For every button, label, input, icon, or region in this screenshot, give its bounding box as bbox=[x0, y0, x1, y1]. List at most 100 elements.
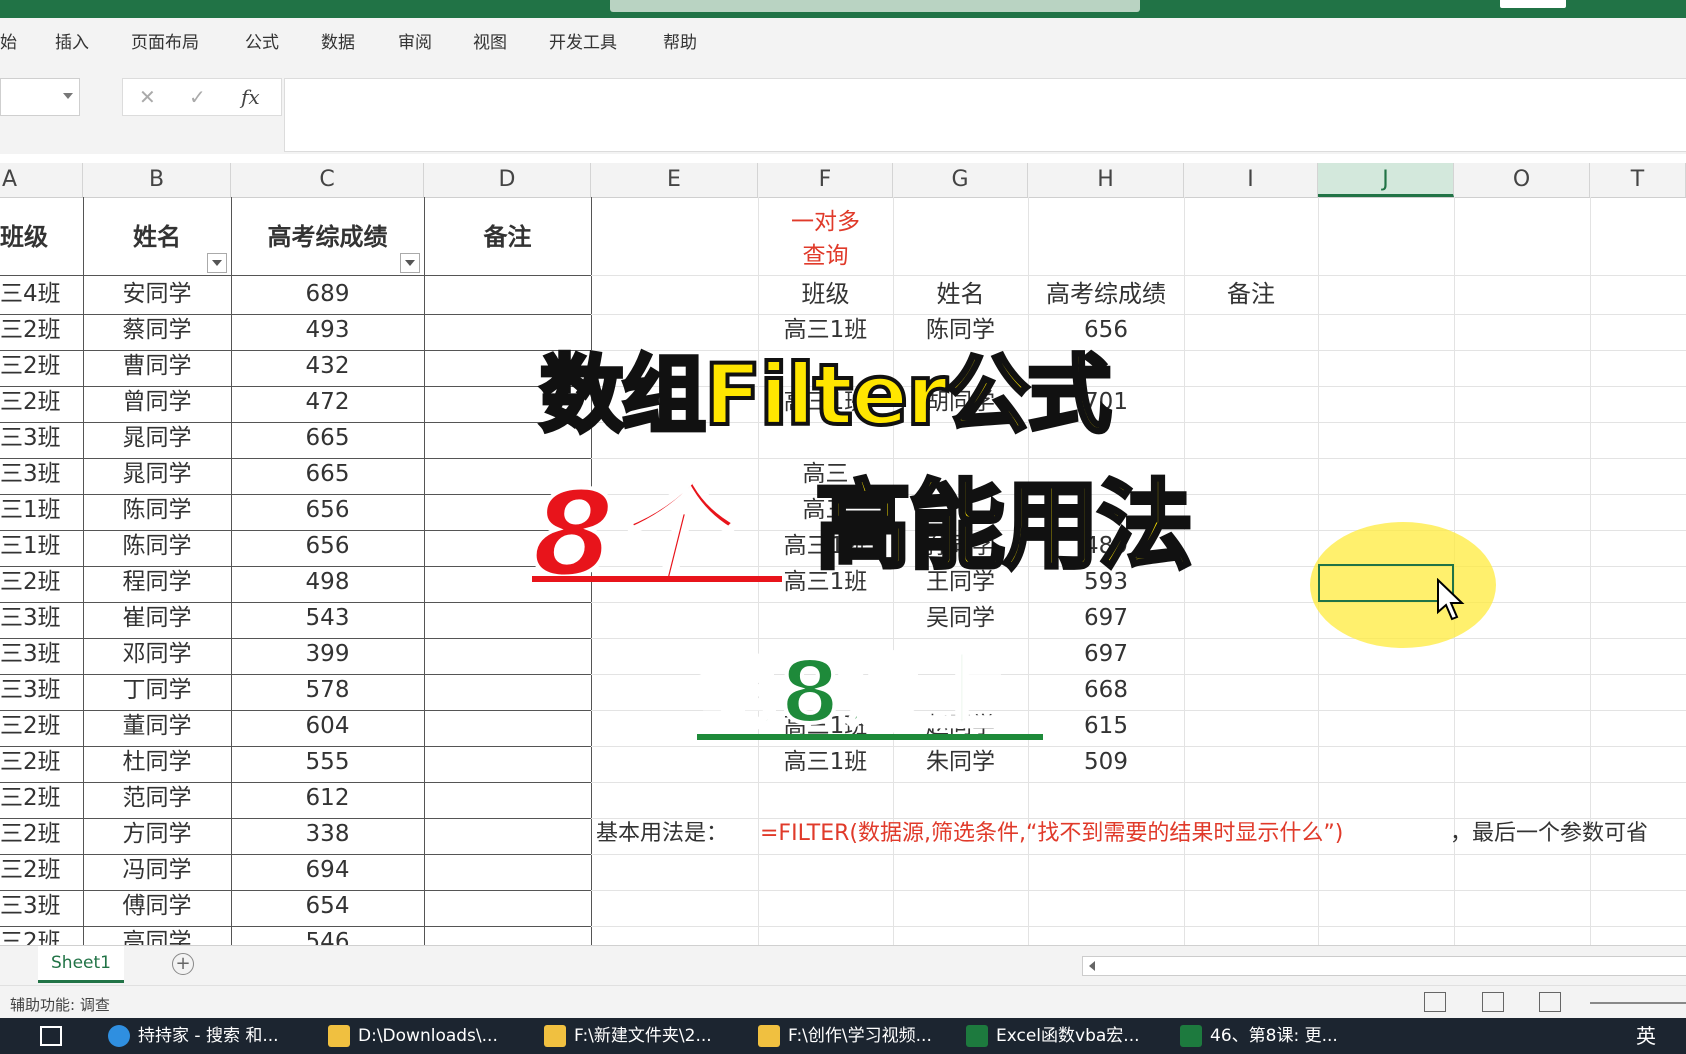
column-header-h[interactable]: H bbox=[1028, 163, 1184, 197]
name-box[interactable] bbox=[0, 78, 80, 116]
zoom-slider[interactable] bbox=[1590, 1002, 1686, 1004]
overlay-uses: 高能用法 bbox=[813, 468, 1195, 584]
enter-icon[interactable]: ✓ bbox=[189, 85, 206, 109]
tab-developer[interactable]: 开发工具 bbox=[549, 28, 617, 53]
sheet-tab-bar: Sheet1 + bbox=[0, 945, 1686, 986]
folder-icon bbox=[328, 1025, 350, 1047]
left-table-header: 姓名 bbox=[133, 223, 181, 251]
taskbar-item-downloads[interactable]: D:\Downloads\... bbox=[328, 1018, 498, 1054]
left-table-cell: 三2班 bbox=[0, 713, 61, 739]
taskbar-item-excel-vba[interactable]: Excel函数vba宏... bbox=[966, 1018, 1140, 1054]
left-table-cell: 656 bbox=[305, 497, 350, 523]
tab-home[interactable]: 始 bbox=[0, 28, 17, 53]
tab-formulas[interactable]: 公式 bbox=[245, 28, 279, 53]
left-table-cell: 杜同学 bbox=[122, 749, 192, 775]
sheet-tab-sheet1[interactable]: Sheet1 bbox=[38, 946, 124, 983]
grid-hline-right bbox=[591, 782, 1686, 783]
search-box[interactable] bbox=[610, 0, 1140, 12]
column-header-o[interactable]: O bbox=[1454, 163, 1590, 197]
left-table-cell: 665 bbox=[305, 461, 350, 487]
filter-dropdown-name[interactable] bbox=[207, 253, 227, 273]
left-table-cell: 三2班 bbox=[0, 785, 61, 811]
grid-vline bbox=[424, 197, 425, 945]
column-header-d[interactable]: D bbox=[424, 163, 591, 197]
horizontal-scrollbar[interactable] bbox=[1082, 956, 1686, 976]
title-bar bbox=[0, 0, 1686, 18]
left-table-cell: 高同学 bbox=[122, 929, 192, 945]
left-table-cell: 472 bbox=[305, 389, 350, 415]
left-table-cell: 程同学 bbox=[122, 569, 192, 595]
share-button[interactable] bbox=[1500, 0, 1566, 8]
left-table-cell: 崔同学 bbox=[122, 605, 192, 631]
left-table-cell: 612 bbox=[305, 785, 350, 811]
tab-view[interactable]: 视图 bbox=[473, 28, 507, 53]
right-table-title: 一对多 bbox=[791, 209, 860, 235]
mouse-pointer-icon bbox=[1437, 578, 1465, 621]
tab-page-layout[interactable]: 页面布局 bbox=[131, 28, 199, 53]
normal-view-icon[interactable] bbox=[1424, 992, 1446, 1012]
ime-indicator[interactable]: 英 bbox=[1636, 1018, 1656, 1054]
page-layout-view-icon[interactable] bbox=[1482, 992, 1504, 1012]
add-sheet-icon[interactable]: + bbox=[172, 953, 194, 975]
left-table-cell: 冯同学 bbox=[122, 857, 192, 883]
left-table-cell: 方同学 bbox=[122, 821, 192, 847]
taskbar-item-browser[interactable]: 持持家 - 搜索 和... bbox=[108, 1018, 279, 1054]
page-break-view-icon[interactable] bbox=[1539, 992, 1561, 1012]
tab-insert[interactable]: 插入 bbox=[55, 28, 89, 53]
column-header-e[interactable]: E bbox=[591, 163, 758, 197]
grid-hline-right bbox=[591, 926, 1686, 927]
column-header-a[interactable]: A bbox=[0, 163, 83, 197]
left-table-cell: 三2班 bbox=[0, 749, 61, 775]
column-header-f[interactable]: F bbox=[758, 163, 893, 197]
accessibility-status[interactable]: 辅助功能: 调查 bbox=[10, 994, 110, 1015]
left-table-cell: 三2班 bbox=[0, 821, 61, 847]
left-table-cell: 三1班 bbox=[0, 533, 61, 559]
column-header-c[interactable]: C bbox=[231, 163, 424, 197]
insert-function-icon[interactable]: fx bbox=[241, 85, 260, 109]
grid-hline-right bbox=[591, 854, 1686, 855]
overlay-red-underline bbox=[532, 576, 782, 582]
left-table-cell: 689 bbox=[305, 281, 350, 307]
taskbar-item-new-folder[interactable]: F:\新建文件夹\2... bbox=[544, 1018, 712, 1054]
filter-dropdown-score[interactable] bbox=[400, 253, 420, 273]
left-table-cell: 三3班 bbox=[0, 461, 61, 487]
left-table-cell: 656 bbox=[305, 533, 350, 559]
overlay-green-underline bbox=[697, 734, 1043, 740]
left-table-cell: 三2班 bbox=[0, 857, 61, 883]
left-table-cell: 694 bbox=[305, 857, 350, 883]
tab-help[interactable]: 帮助 bbox=[663, 28, 697, 53]
tab-data[interactable]: 数据 bbox=[321, 28, 355, 53]
task-view-icon[interactable] bbox=[40, 1026, 62, 1046]
column-header-i[interactable]: I bbox=[1184, 163, 1318, 197]
column-header-g[interactable]: G bbox=[893, 163, 1028, 197]
excel-icon bbox=[966, 1025, 988, 1047]
left-table-cell: 555 bbox=[305, 749, 350, 775]
formula-input[interactable] bbox=[284, 78, 1686, 152]
active-cell-j[interactable] bbox=[1318, 564, 1454, 602]
right-table-title: 查询 bbox=[802, 243, 849, 269]
column-header-j[interactable]: J bbox=[1318, 163, 1454, 197]
column-header-b[interactable]: B bbox=[83, 163, 231, 197]
left-table-cell: 董同学 bbox=[122, 713, 192, 739]
column-header-t[interactable]: T bbox=[1590, 163, 1686, 197]
right-table-header: 班级 bbox=[801, 280, 850, 308]
left-table-cell: 三2班 bbox=[0, 389, 61, 415]
excel-icon bbox=[1180, 1025, 1202, 1047]
left-table-cell: 曾同学 bbox=[122, 389, 192, 415]
left-table-cell: 493 bbox=[305, 317, 350, 343]
left-table-cell: 338 bbox=[305, 821, 350, 847]
left-table-cell: 604 bbox=[305, 713, 350, 739]
left-table-cell: 399 bbox=[305, 641, 350, 667]
taskbar-item-creation[interactable]: F:\创作\学习视频... bbox=[758, 1018, 932, 1054]
left-table-cell: 三2班 bbox=[0, 569, 61, 595]
note-suffix: ，最后一个参数可省 bbox=[1450, 821, 1649, 846]
left-table-cell: 安同学 bbox=[122, 281, 192, 307]
overlay-lesson: 第8课上 bbox=[694, 641, 1010, 745]
left-table-cell: 丁同学 bbox=[122, 677, 192, 703]
folder-icon bbox=[758, 1025, 780, 1047]
cancel-icon[interactable]: ✕ bbox=[139, 85, 156, 109]
tab-review[interactable]: 审阅 bbox=[398, 28, 432, 53]
chevron-down-icon[interactable] bbox=[63, 93, 73, 99]
taskbar-item-lesson8[interactable]: 46、第8课: 更... bbox=[1180, 1018, 1338, 1054]
left-table-cell: 曹同学 bbox=[122, 353, 192, 379]
